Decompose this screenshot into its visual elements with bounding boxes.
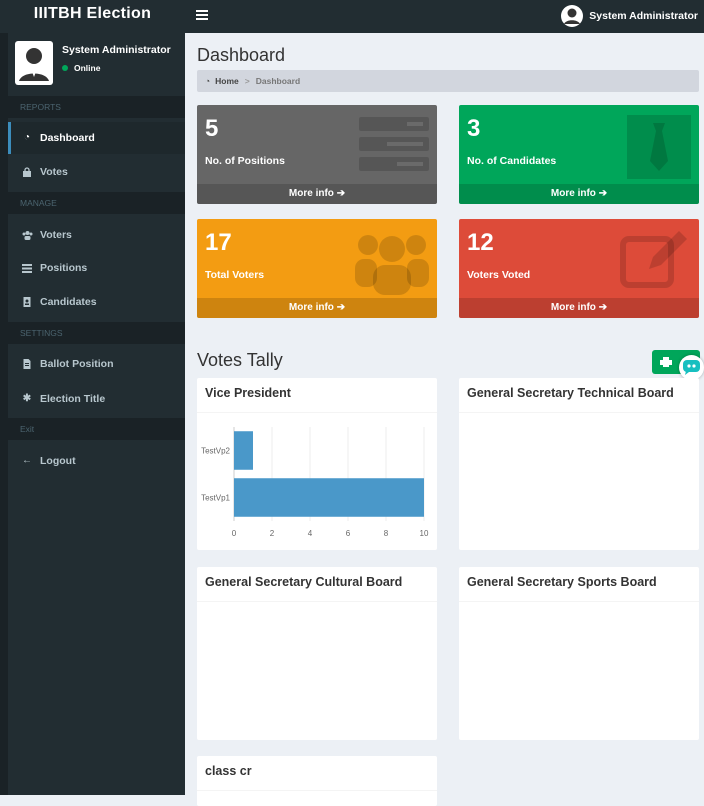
section-exit: Exit bbox=[8, 418, 185, 440]
chart-tick-label: 2 bbox=[270, 529, 275, 538]
panel-title: General Secretary Technical Board bbox=[459, 381, 699, 413]
section-manage: MANAGE bbox=[8, 192, 185, 214]
tally-panel-class-cr: class cr bbox=[197, 756, 437, 806]
stat-box-voted: 12 Voters Voted More info ➔ bbox=[459, 219, 699, 318]
sidebar-item-dashboard[interactable]: ◔ Dashboard bbox=[8, 122, 185, 154]
lock-icon bbox=[22, 167, 32, 177]
avatar-icon bbox=[561, 5, 584, 27]
stat-label: No. of Candidates bbox=[467, 155, 557, 167]
tally-panel-technical-board: General Secretary Technical Board bbox=[459, 378, 699, 550]
stat-value: 17 bbox=[205, 229, 232, 256]
section-reports: REPORTS bbox=[8, 96, 185, 118]
arrow-circle-right-icon: ➔ bbox=[598, 302, 608, 313]
panel-title: General Secretary Sports Board bbox=[459, 570, 699, 602]
chart-tick-label: 6 bbox=[346, 529, 351, 538]
user-menu[interactable]: System Administrator bbox=[561, 4, 698, 28]
sidebar-item-positions[interactable]: Positions bbox=[8, 252, 185, 284]
sidebar-item-voters[interactable]: Voters bbox=[8, 219, 185, 251]
arrow-left-icon: ← bbox=[22, 455, 32, 466]
sidebar-user-name: System Administrator bbox=[62, 44, 171, 56]
breadcrumb: ◔ Home > Dashboard bbox=[197, 70, 699, 92]
edit-icon bbox=[620, 231, 687, 288]
breadcrumb-home[interactable]: ◔ Home bbox=[205, 76, 239, 86]
sidebar-item-logout[interactable]: ← Logout bbox=[8, 445, 185, 477]
votes-tally-title: Votes Tally bbox=[197, 350, 283, 370]
gear-icon: ✱ bbox=[22, 393, 32, 404]
panel-title: class cr bbox=[197, 759, 437, 791]
list-icon bbox=[359, 117, 429, 171]
more-info-link[interactable]: More info ➔ bbox=[197, 298, 437, 318]
user-status: Online bbox=[62, 63, 100, 73]
list-icon bbox=[22, 263, 32, 273]
app-logo[interactable]: IIITBH Election bbox=[0, 0, 185, 33]
sidebar-item-election-title[interactable]: ✱ Election Title bbox=[8, 383, 185, 415]
sidebar: System Administrator Online REPORTS ◔ Das… bbox=[0, 33, 185, 795]
chart-tick-label: 0 bbox=[232, 529, 237, 538]
chat-bot-icon bbox=[683, 360, 700, 375]
chart-category-label: TestVp1 bbox=[201, 494, 230, 503]
stat-label: Total Voters bbox=[205, 269, 265, 281]
online-dot-icon bbox=[62, 65, 68, 71]
chart-tick-label: 8 bbox=[384, 529, 389, 538]
breadcrumb-current: Dashboard bbox=[255, 76, 301, 86]
tie-icon bbox=[627, 115, 691, 179]
breadcrumb-separator: > bbox=[244, 76, 250, 86]
menu-toggle-icon[interactable] bbox=[196, 8, 208, 22]
more-info-link[interactable]: More info ➔ bbox=[197, 184, 437, 204]
stat-box-positions: 5 No. of Positions More info ➔ bbox=[197, 105, 437, 204]
panel-title: Vice President bbox=[197, 381, 437, 413]
avatar bbox=[15, 41, 53, 85]
stat-label: No. of Positions bbox=[205, 155, 285, 167]
section-settings: SETTINGS bbox=[8, 322, 185, 344]
chart-tick-label: 4 bbox=[308, 529, 313, 538]
user-name: System Administrator bbox=[589, 10, 698, 22]
tally-panel-vice-president: Vice President 0 2 4 6 8 10 TestVp2 TestVp1 bbox=[197, 378, 437, 550]
users-icon bbox=[355, 235, 429, 295]
sidebar-item-ballot-position[interactable]: Ballot Position bbox=[8, 348, 185, 380]
arrow-circle-right-icon: ➔ bbox=[598, 188, 608, 199]
stat-value: 3 bbox=[467, 115, 481, 142]
user-panel: System Administrator Online bbox=[8, 33, 185, 93]
vice-president-bar-chart: 0 2 4 6 8 10 TestVp2 TestVp1 bbox=[201, 427, 429, 538]
id-badge-icon bbox=[22, 297, 32, 307]
more-info-link[interactable]: More info ➔ bbox=[459, 184, 699, 204]
chart-bar bbox=[234, 431, 253, 470]
sidebar-item-candidates[interactable]: Candidates bbox=[8, 286, 185, 318]
chart-bar bbox=[234, 478, 424, 517]
print-icon bbox=[660, 357, 672, 367]
tally-panel-sports-board: General Secretary Sports Board bbox=[459, 567, 699, 740]
page-title: Dashboard bbox=[197, 45, 286, 65]
panel-title: General Secretary Cultural Board bbox=[197, 570, 437, 602]
chart-tick-label: 10 bbox=[420, 529, 429, 538]
file-icon bbox=[22, 359, 32, 369]
stat-box-voters: 17 Total Voters More info ➔ bbox=[197, 219, 437, 318]
tally-panel-cultural-board: General Secretary Cultural Board bbox=[197, 567, 437, 740]
arrow-circle-right-icon: ➔ bbox=[336, 302, 346, 313]
more-info-link[interactable]: More info ➔ bbox=[459, 298, 699, 318]
stat-label: Voters Voted bbox=[467, 269, 531, 281]
main-content: Dashboard ◔ Home > Dashboard 5 No. of Pos… bbox=[185, 33, 704, 806]
sidebar-item-votes[interactable]: Votes bbox=[8, 156, 185, 188]
arrow-circle-right-icon: ➔ bbox=[336, 188, 346, 199]
dashboard-icon: ◔ bbox=[23, 132, 31, 143]
dashboard-icon: ◔ bbox=[205, 76, 211, 86]
stat-value: 12 bbox=[467, 229, 494, 256]
chart-category-label: TestVp2 bbox=[201, 447, 230, 456]
stat-value: 5 bbox=[205, 115, 219, 142]
chat-widget-button[interactable] bbox=[679, 355, 704, 380]
stat-box-candidates: 3 No. of Candidates More info ➔ bbox=[459, 105, 699, 204]
users-icon bbox=[22, 230, 33, 240]
top-navbar: IIITBH Election System Administrator bbox=[0, 0, 704, 33]
